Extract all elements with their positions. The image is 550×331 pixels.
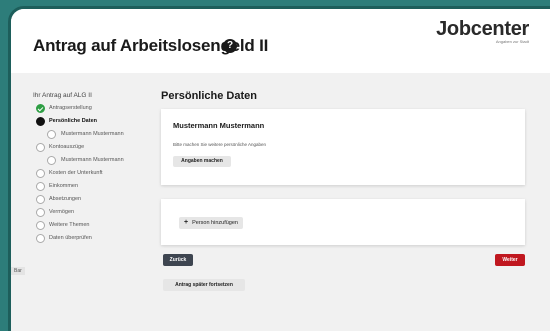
step-label: Mustermann Mustermann [61,131,124,137]
step-daten-ueberpruefen[interactable]: Daten überprüfen [33,233,153,246]
active-circle-icon [36,117,45,126]
step-persoenliche-daten[interactable]: Persönliche Daten [33,116,153,129]
step-kosten-unterkunft[interactable]: Kosten der Unterkunft [33,168,153,181]
step-kontoauszuege[interactable]: Kontoauszüge [33,142,153,155]
step-label: Antragserstellung [49,105,92,111]
check-circle-icon [36,104,45,113]
circle-icon [36,182,45,191]
progress-sidebar: Ihr Antrag auf ALG II Antragserstellung … [33,92,153,246]
details-button[interactable]: Angaben machen [173,156,231,167]
section-title: Persönliche Daten [161,90,257,102]
step-label: Mustermann Mustermann [61,157,124,163]
circle-icon [47,156,56,165]
step-weitere-themen[interactable]: Weitere Themen [33,220,153,233]
substep-person[interactable]: Mustermann Mustermann [33,129,153,142]
circle-icon [36,221,45,230]
step-label: Kontoauszüge [49,144,85,150]
step-einkommen[interactable]: Einkommen [33,181,153,194]
browser-window: Antrag auf Arbeitslosengeld II ? Jobcent… [8,6,550,331]
add-person-label: Person hinzufügen [192,220,238,226]
circle-icon [47,130,56,139]
step-absetzungen[interactable]: Absetzungen [33,194,153,207]
add-person-card: + Person hinzufügen [161,199,525,245]
logo-text: Jobcenter [436,18,529,40]
step-label: Einkommen [49,183,79,189]
jobcenter-logo: Jobcenter Angaben zur Stadt [436,18,529,44]
circle-icon [36,195,45,204]
circle-icon [36,208,45,217]
step-label: Persönliche Daten [49,118,97,124]
step-label: Daten überprüfen [49,235,92,241]
step-label: Kosten der Unterkunft [49,170,103,176]
step-label: Weitere Themen [49,222,90,228]
back-button[interactable]: Zurück [163,254,193,266]
step-label: Absetzungen [49,196,82,202]
step-antragserstellung[interactable]: Antragserstellung [33,103,153,116]
circle-icon [36,234,45,243]
circle-icon [36,169,45,178]
circle-icon [36,143,45,152]
step-vermoegen[interactable]: Vermögen [33,207,153,220]
continue-later-button[interactable]: Antrag später fortsetzen [163,279,245,291]
plus-icon: + [184,219,189,226]
person-instruction: Bitte machen Sie weitere persönliche Ang… [173,142,267,147]
side-tab[interactable]: Bar [11,267,25,275]
help-icon[interactable]: ? [223,39,237,53]
person-card: Mustermann Mustermann Bitte machen Sie w… [161,109,525,185]
step-label: Vermögen [49,209,75,215]
header: Antrag auf Arbeitslosengeld II ? Jobcent… [11,9,550,73]
sidebar-heading: Ihr Antrag auf ALG II [33,92,92,99]
next-button[interactable]: Weiter [495,254,525,266]
substep-person-konto[interactable]: Mustermann Mustermann [33,155,153,168]
add-person-button[interactable]: + Person hinzufügen [179,217,243,229]
person-name: Mustermann Mustermann [173,121,265,130]
